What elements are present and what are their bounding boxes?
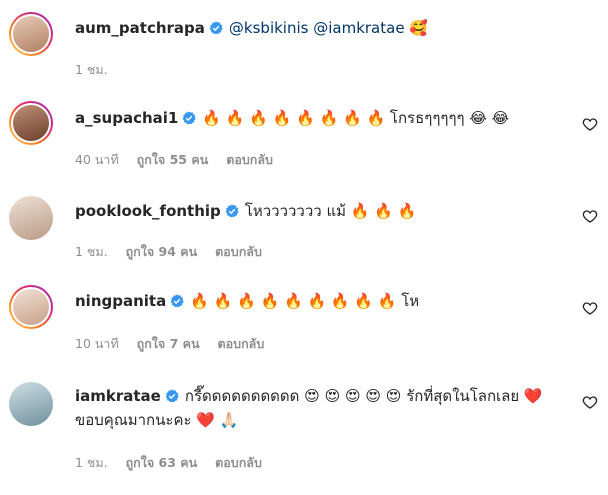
avatar[interactable] [9, 101, 53, 145]
like-count[interactable]: ถูกใจ 63 คน [126, 455, 198, 470]
comment-meta: 40 นาที ถูกใจ 55 คน ตอบกลับ [75, 150, 287, 170]
like-count[interactable]: ถูกใจ 7 คน [137, 336, 200, 351]
like-count[interactable]: ถูกใจ 94 คน [126, 244, 198, 259]
avatar[interactable] [9, 285, 53, 329]
comment-meta: 10 นาที ถูกใจ 7 คน ตอบกลับ [75, 334, 278, 354]
comment-time[interactable]: 1 ชม. [75, 244, 108, 259]
comment-text: @ksbikinis @iamkratae 🥰 [228, 19, 428, 37]
username[interactable]: pooklook_fonthip [75, 202, 221, 220]
heart-outline-icon[interactable] [582, 116, 598, 132]
verified-badge-icon [209, 21, 223, 35]
reply-button[interactable]: ตอบกลับ [215, 455, 262, 470]
comment-time[interactable]: 1 ชม. [75, 455, 108, 470]
heart-outline-icon[interactable] [582, 208, 598, 224]
comment-text: 🔥 🔥 🔥 🔥 🔥 🔥 🔥 🔥 โกรธๆๆๆๆๆ 😂 😂 [202, 109, 510, 127]
reply-button[interactable]: ตอบกลับ [226, 152, 273, 167]
username[interactable]: aum_patchrapa [75, 19, 205, 37]
comment-meta: 1 ชม. ถูกใจ 63 คน ตอบกลับ [75, 453, 276, 473]
comment-time[interactable]: 40 นาที [75, 152, 119, 167]
comment-body: aum_patchrapa @ksbikinis @iamkratae 🥰 [75, 16, 560, 40]
comment-text: โหววววววว แม้ 🔥 🔥 🔥 [244, 202, 417, 220]
reply-button[interactable]: ตอบกลับ [218, 336, 265, 351]
avatar[interactable] [9, 382, 53, 426]
like-count[interactable]: ถูกใจ 55 คน [137, 152, 209, 167]
avatar[interactable] [9, 196, 53, 240]
username[interactable]: a_supachai1 [75, 109, 178, 127]
username[interactable]: iamkratae [75, 387, 161, 405]
comment-body: a_supachai1 🔥 🔥 🔥 🔥 🔥 🔥 🔥 🔥 โกรธๆๆๆๆๆ 😂 😂 [75, 106, 560, 130]
reply-button[interactable]: ตอบกลับ [215, 244, 262, 259]
avatar[interactable] [9, 12, 53, 56]
username[interactable]: ningpanita [75, 292, 166, 310]
verified-badge-icon [225, 204, 239, 218]
comment-text: 🔥 🔥 🔥 🔥 🔥 🔥 🔥 🔥 🔥 โห [190, 292, 420, 310]
verified-badge-icon [183, 111, 197, 125]
comment-time[interactable]: 10 นาที [75, 336, 119, 351]
verified-badge-icon [165, 389, 179, 403]
comment-body: iamkratae กรี๊ดดดดดดดดดด 😍 😍 😍 😍 😍 รักที่… [75, 384, 544, 432]
verified-badge-icon [170, 294, 184, 308]
heart-outline-icon[interactable] [582, 394, 598, 410]
comment-time[interactable]: 1 ชม. [75, 62, 108, 77]
comment-meta: 1 ชม. [75, 60, 122, 80]
comment-body: ningpanita 🔥 🔥 🔥 🔥 🔥 🔥 🔥 🔥 🔥 โห [75, 289, 560, 313]
heart-outline-icon[interactable] [582, 300, 598, 316]
comment-body: pooklook_fonthip โหววววววว แม้ 🔥 🔥 🔥 [75, 199, 560, 223]
comment-meta: 1 ชม. ถูกใจ 94 คน ตอบกลับ [75, 242, 276, 262]
